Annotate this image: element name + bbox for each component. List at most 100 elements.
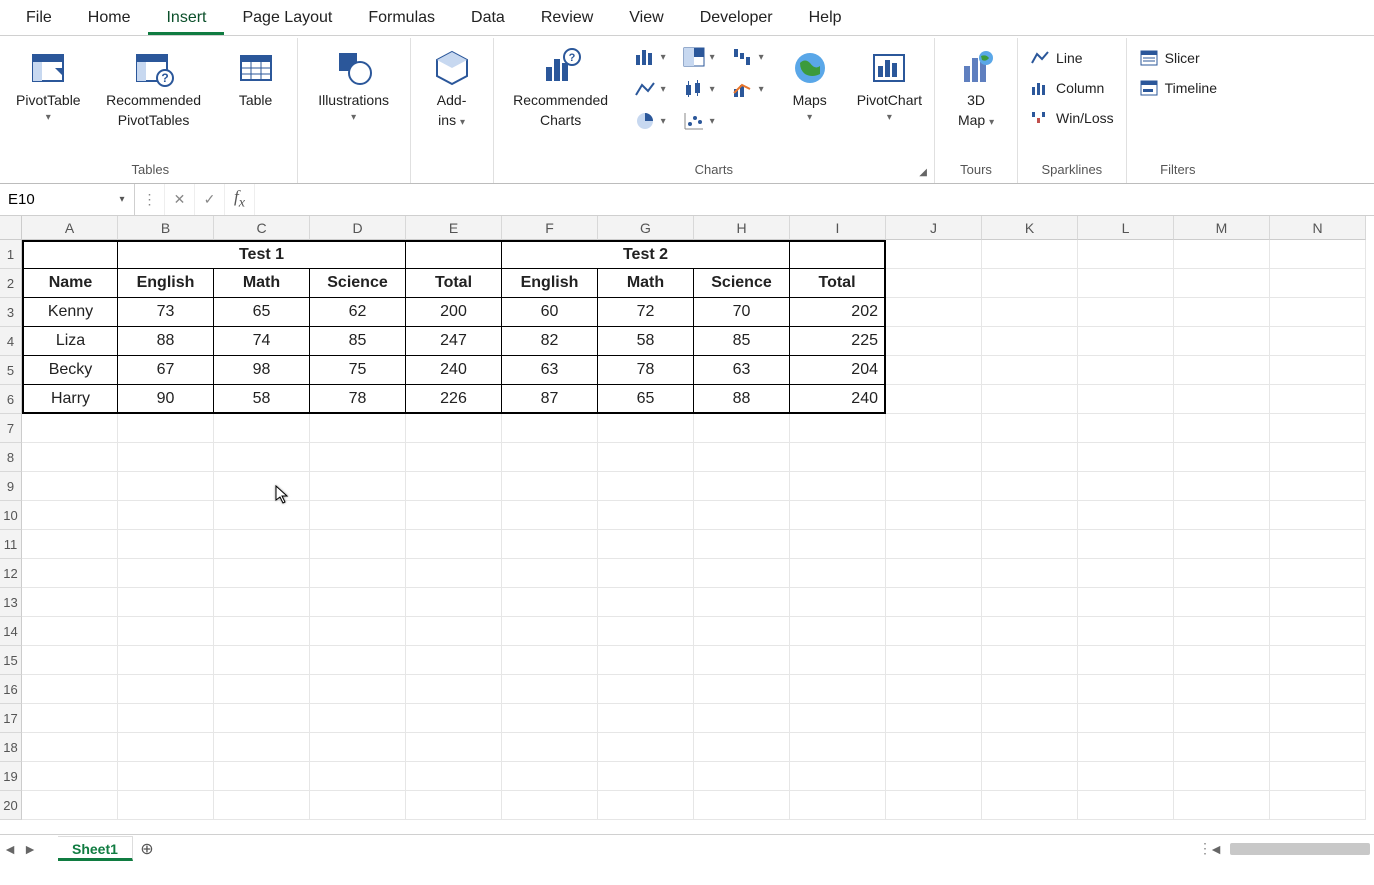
column-header[interactable]: N [1270, 216, 1366, 240]
cell[interactable]: Math [214, 269, 310, 298]
cell[interactable] [406, 240, 502, 269]
cell[interactable]: Science [310, 269, 406, 298]
cell[interactable] [118, 733, 214, 762]
sheet-nav-next[interactable]: ► [20, 841, 40, 857]
cell[interactable] [982, 791, 1078, 820]
cell[interactable] [22, 617, 118, 646]
cell[interactable]: 65 [214, 298, 310, 327]
row-header[interactable]: 3 [0, 298, 22, 327]
cell[interactable] [790, 704, 886, 733]
spreadsheet-grid[interactable]: ABCDEFGHIJKLMN1Test 1Test 22NameEnglishM… [0, 216, 1374, 834]
ribbon-tab-data[interactable]: Data [453, 1, 523, 35]
cell[interactable]: 73 [118, 298, 214, 327]
cell[interactable] [1270, 733, 1366, 762]
cell[interactable] [22, 240, 118, 269]
cell[interactable]: 78 [310, 385, 406, 414]
cell[interactable]: 85 [310, 327, 406, 356]
timeline-button[interactable]: Timeline [1135, 76, 1221, 100]
insert-function-button[interactable]: fx [225, 184, 255, 215]
cell[interactable] [694, 443, 790, 472]
cell[interactable] [1078, 240, 1174, 269]
column-header[interactable]: F [502, 216, 598, 240]
cell[interactable] [214, 617, 310, 646]
cell[interactable] [982, 675, 1078, 704]
cell[interactable] [1078, 472, 1174, 501]
cell[interactable] [1174, 675, 1270, 704]
cell[interactable] [214, 472, 310, 501]
cell[interactable] [310, 646, 406, 675]
cell[interactable] [694, 762, 790, 791]
cell[interactable] [1270, 791, 1366, 820]
cell[interactable] [1078, 588, 1174, 617]
cell[interactable] [1078, 443, 1174, 472]
cell[interactable] [790, 791, 886, 820]
cell[interactable] [982, 269, 1078, 298]
cell[interactable]: 74 [214, 327, 310, 356]
cell[interactable] [118, 617, 214, 646]
cell[interactable] [694, 530, 790, 559]
cell[interactable] [310, 704, 406, 733]
ribbon-tab-developer[interactable]: Developer [682, 1, 791, 35]
cell[interactable] [1270, 646, 1366, 675]
recommended-charts-button[interactable]: ? Recommended Charts [502, 44, 620, 131]
column-header[interactable]: H [694, 216, 790, 240]
row-header[interactable]: 15 [0, 646, 22, 675]
cell[interactable] [22, 559, 118, 588]
cell[interactable] [1270, 762, 1366, 791]
cell[interactable] [1270, 385, 1366, 414]
cell[interactable] [886, 704, 982, 733]
cell[interactable] [406, 791, 502, 820]
cell[interactable] [214, 588, 310, 617]
cell[interactable] [214, 675, 310, 704]
select-all-corner[interactable] [0, 216, 22, 240]
waterfall-chart-button[interactable]: ▾ [728, 44, 767, 70]
column-chart-button[interactable]: ▾ [630, 44, 669, 70]
cell[interactable] [982, 472, 1078, 501]
cell[interactable] [598, 733, 694, 762]
cell[interactable] [1270, 530, 1366, 559]
cell[interactable] [1078, 356, 1174, 385]
cell[interactable] [1078, 675, 1174, 704]
sheet-nav-prev[interactable]: ◄ [0, 841, 20, 857]
column-header[interactable]: K [982, 216, 1078, 240]
cell[interactable] [310, 443, 406, 472]
cell[interactable] [1174, 791, 1270, 820]
cell[interactable]: 75 [310, 356, 406, 385]
cell[interactable] [502, 675, 598, 704]
cell[interactable] [502, 559, 598, 588]
cell[interactable] [886, 762, 982, 791]
cell[interactable] [982, 298, 1078, 327]
cell[interactable] [406, 472, 502, 501]
formula-input[interactable] [255, 184, 1374, 215]
cell[interactable] [598, 704, 694, 733]
cell[interactable] [694, 414, 790, 443]
cell[interactable] [214, 414, 310, 443]
cell[interactable] [406, 704, 502, 733]
cell[interactable] [598, 530, 694, 559]
cell[interactable] [982, 588, 1078, 617]
horizontal-scrollbar[interactable] [1230, 843, 1370, 855]
cell[interactable]: Liza [22, 327, 118, 356]
row-header[interactable]: 7 [0, 414, 22, 443]
cell[interactable] [886, 327, 982, 356]
name-box[interactable] [0, 191, 110, 208]
cell[interactable] [1078, 269, 1174, 298]
cell[interactable]: 67 [118, 356, 214, 385]
sparkline-column-button[interactable]: Column [1026, 76, 1118, 100]
slicer-button[interactable]: Slicer [1135, 46, 1221, 70]
cell[interactable] [1174, 617, 1270, 646]
cell[interactable] [694, 617, 790, 646]
cell[interactable]: Test 1 [118, 240, 406, 269]
cell[interactable] [1078, 385, 1174, 414]
cell[interactable] [886, 414, 982, 443]
cell[interactable] [982, 443, 1078, 472]
cell[interactable] [1078, 298, 1174, 327]
cell[interactable] [886, 443, 982, 472]
cell[interactable] [118, 762, 214, 791]
cell[interactable] [1270, 588, 1366, 617]
column-header[interactable]: E [406, 216, 502, 240]
cell[interactable] [982, 530, 1078, 559]
cell[interactable] [1174, 704, 1270, 733]
cell[interactable]: 225 [790, 327, 886, 356]
row-header[interactable]: 8 [0, 443, 22, 472]
